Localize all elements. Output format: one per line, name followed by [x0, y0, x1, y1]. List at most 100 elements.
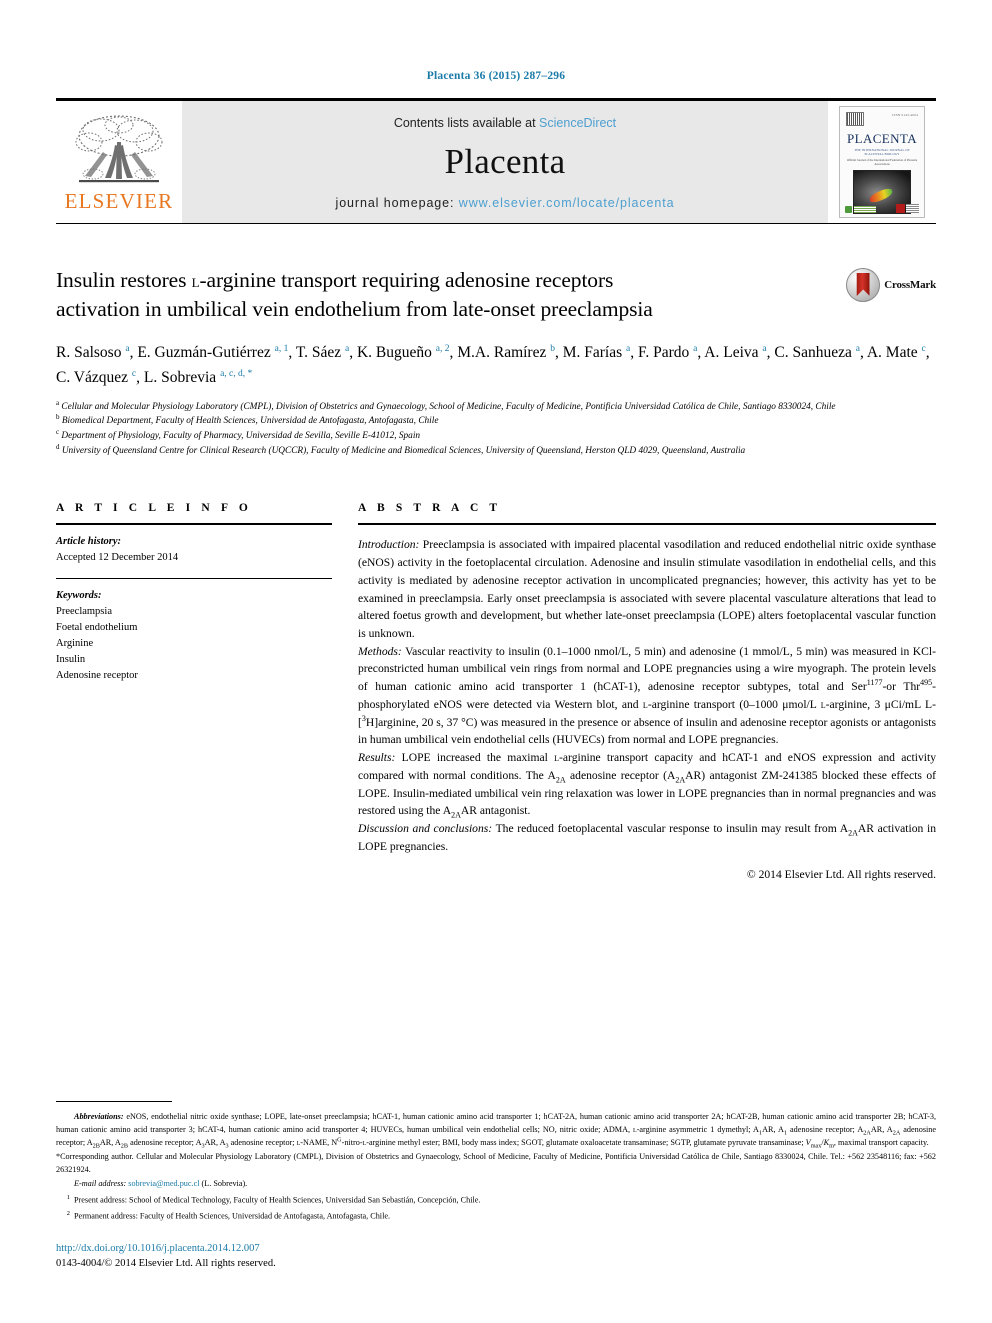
- superscript: 3: [361, 713, 366, 723]
- keywords-block: Keywords: Preeclampsia Foetal endothelium…: [56, 579, 332, 684]
- affiliation-item: d University of Queensland Centre for Cl…: [56, 442, 746, 456]
- corresponding-author-text: Corresponding author. Cellular and Molec…: [56, 1151, 936, 1174]
- abstract-section: Methods: Vascular reactivity to insulin …: [358, 643, 936, 749]
- journal-title: Placenta: [444, 142, 566, 181]
- crossmark-label: CrossMark: [884, 279, 936, 291]
- author-name: E. Guzmán-Gutiérrez: [137, 344, 275, 362]
- small-caps: l: [554, 751, 560, 765]
- keyword-item: Preeclampsia: [56, 605, 112, 617]
- journal-cover-container: ISSN 0143-4004 PLACENTA THE INTERNATIONA…: [828, 101, 936, 223]
- crossmark-badge-group[interactable]: CrossMark: [846, 268, 936, 302]
- abstract-section-label: Introduction:: [358, 538, 420, 552]
- subscript: 1: [783, 1129, 788, 1137]
- doi-link[interactable]: http://dx.doi.org/10.1016/j.placenta.201…: [56, 1241, 936, 1256]
- crossmark-icon: [846, 268, 881, 302]
- author-list: R. Salsoso a, E. Guzmán-Gutiérrez a, 1, …: [56, 344, 930, 387]
- journal-cover-thumbnail: ISSN 0143-4004 PLACENTA THE INTERNATIONA…: [839, 106, 925, 218]
- title-row: Insulin restores l-arginine transport re…: [56, 266, 936, 323]
- article-first-page: Placenta 36 (2015) 287–296 ELSEVIER Cont…: [0, 0, 992, 1323]
- author-affiliation-marks: c: [921, 344, 926, 355]
- footnote-marker: 2: [66, 1209, 70, 1217]
- email-address-link[interactable]: sobrevia@med.puc.cl: [128, 1179, 199, 1188]
- elsevier-logo: ELSEVIER: [56, 101, 182, 223]
- subscript: 2A: [848, 828, 858, 838]
- cover-title: PLACENTA: [846, 131, 918, 146]
- cover-text-lines: [854, 206, 876, 213]
- crossmark-bookmark-shape: [856, 273, 870, 296]
- author-affiliation-marks: a: [125, 344, 130, 355]
- abbreviations-text: eNOS, endothelial nitric oxide synthase;…: [56, 1111, 937, 1151]
- cover-subtitle-2: Official Journal of the International Fe…: [846, 158, 918, 166]
- contents-prefix: Contents lists available at: [393, 116, 540, 130]
- abstract-heading: A B S T R A C T: [358, 502, 502, 515]
- journal-homepage-line: journal homepage: www.elsevier.com/locat…: [336, 196, 675, 210]
- author-name: F. Pardo: [638, 344, 694, 362]
- subscript: 3: [225, 1143, 229, 1151]
- cover-issn: ISSN 0143-4004: [892, 113, 918, 117]
- keywords-values: Preeclampsia Foetal endothelium Arginine In…: [56, 604, 332, 684]
- article-info-heading: A R T I C L E I N F O: [56, 502, 252, 515]
- title-line1-part1: Insulin restores: [56, 268, 192, 292]
- affiliation-item: c Department of Physiology, Faculty of P…: [56, 427, 421, 441]
- abstract-column: A B S T R A C T Introduction: Preeclamps…: [358, 502, 936, 881]
- footnote-item: 1 Present address: School of Medical Tech…: [56, 1193, 936, 1207]
- abbreviations-label: Abbreviations:: [74, 1111, 124, 1121]
- sciencedirect-link[interactable]: ScienceDirect: [539, 116, 616, 130]
- cover-badge-right: [896, 204, 919, 213]
- subscript: 2B: [120, 1143, 129, 1151]
- author-name: A. Mate: [866, 344, 922, 362]
- subscript: 2A: [451, 810, 461, 820]
- affiliation-list: a Cellular and Molecular Physiology Labo…: [56, 399, 936, 459]
- page-title: Insulin restores l-arginine transport re…: [56, 266, 836, 323]
- abstract-section: Introduction: Preeclampsia is associated…: [358, 536, 936, 642]
- abstract-section-label: Discussion and conclusions:: [358, 822, 493, 836]
- keyword-item: Arginine: [56, 637, 94, 649]
- keyword-item: Adenosine receptor: [56, 669, 138, 681]
- affiliation-item: b Biomedical Department, Faculty of Heal…: [56, 413, 439, 427]
- abstract-section-text: Vascular reactivity to insulin (0.1–1000…: [358, 644, 936, 747]
- article-history-block: Article history: Accepted 12 December 20…: [56, 525, 332, 578]
- elsevier-wordmark: ELSEVIER: [64, 189, 174, 213]
- footnote-marker: 1: [66, 1193, 70, 1201]
- author-affiliation-marks: c: [131, 369, 137, 380]
- author-name: A. Leiva: [704, 344, 763, 362]
- subscript: 2A: [675, 775, 686, 785]
- email-label: E-mail address:: [74, 1179, 127, 1189]
- author-name: M. Farías: [562, 344, 627, 362]
- title-block: Insulin restores l-arginine transport re…: [56, 266, 846, 323]
- leaf-icon: [845, 206, 852, 213]
- cover-topbar: ISSN 0143-4004: [846, 112, 918, 126]
- subscript: 2A: [892, 1129, 901, 1137]
- journal-masthead: ELSEVIER Contents lists available at Sci…: [56, 98, 936, 224]
- cover-bottom-bar: [845, 204, 919, 213]
- superscript: G: [337, 1136, 342, 1144]
- small-caps: l: [362, 1138, 367, 1148]
- cover-red-mark: [896, 204, 905, 213]
- cover-caption: VOLUME 36 ISSUE 3 MARCH 2015: [846, 217, 918, 218]
- footnote-text: Present address: School of Medical Techn…: [74, 1195, 481, 1205]
- small-caps: l: [820, 697, 826, 711]
- subscript: 3: [201, 1143, 205, 1151]
- article-history-value: Accepted 12 December 2014: [56, 552, 179, 564]
- bottom-identifier-block: http://dx.doi.org/10.1016/j.placenta.201…: [56, 1241, 936, 1271]
- affiliation-mark: d: [56, 442, 60, 451]
- cover-subtitle: THE INTERNATIONAL JOURNAL OF PLACENTAL B…: [854, 148, 910, 156]
- numbered-footnotes: 1 Present address: School of Medical Tech…: [56, 1193, 936, 1223]
- author-affiliation-marks: a: [693, 344, 698, 355]
- cover-gray-mark: [906, 204, 919, 213]
- footnote-item: 2 Permanent address: Faculty of Health Sc…: [56, 1209, 936, 1223]
- abbreviations-note: Abbreviations: eNOS, endothelial nitric …: [56, 1110, 936, 1150]
- subscript: 2A: [863, 1129, 871, 1137]
- subscript: 1: [758, 1129, 763, 1137]
- superscript: 1177: [866, 678, 883, 688]
- journal-homepage-link[interactable]: www.elsevier.com/locate/placenta: [459, 196, 675, 210]
- homepage-prefix: journal homepage:: [335, 196, 459, 210]
- author-name: L. Sobrevia: [143, 369, 221, 387]
- title-line1-part2: -arginine transport requiring adenosine …: [199, 268, 614, 292]
- keyword-item: Foetal endothelium: [56, 621, 138, 633]
- subscript: 2B: [92, 1143, 100, 1151]
- article-info-column: A R T I C L E I N F O Article history: A…: [56, 502, 332, 880]
- small-caps: l: [633, 1125, 637, 1135]
- subscript: 2A: [555, 775, 566, 785]
- article-history-label: Article history:: [56, 536, 122, 548]
